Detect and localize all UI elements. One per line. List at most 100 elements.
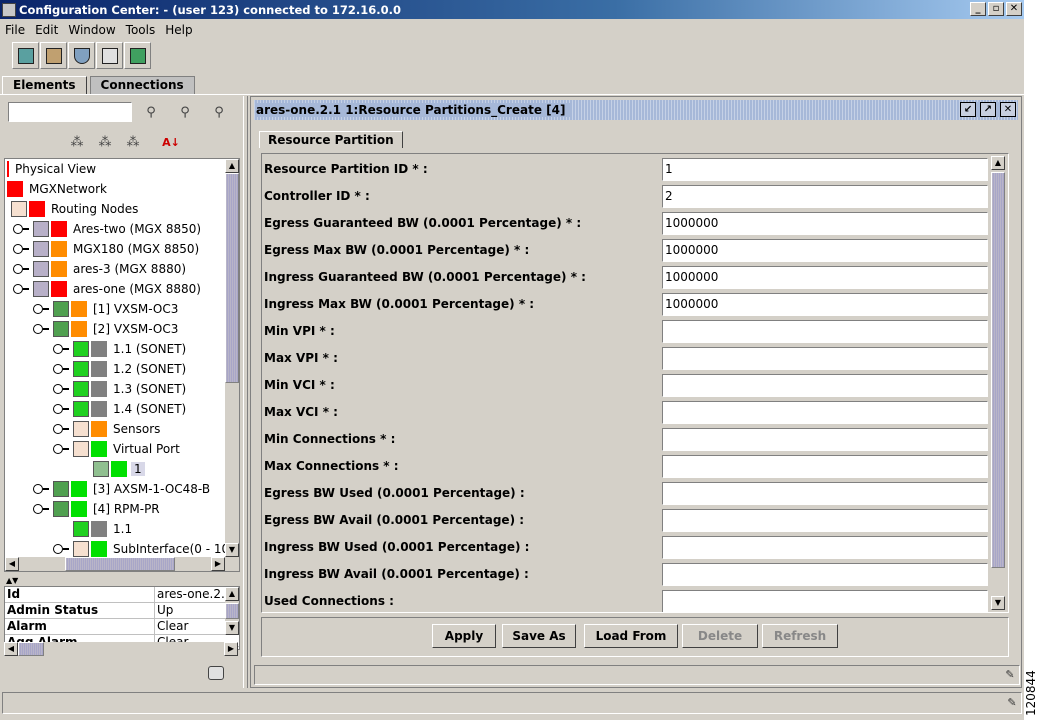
scroll-left-button[interactable]: ◀ <box>5 557 19 571</box>
properties-vertical-scrollbar[interactable]: ▲ ▼ <box>225 587 239 635</box>
max-connections-field[interactable] <box>662 455 988 478</box>
apply-button[interactable]: Apply <box>432 624 496 648</box>
expand-toggle-icon[interactable] <box>53 404 69 414</box>
tab-elements[interactable]: Elements <box>2 76 87 94</box>
tree-item[interactable]: 1 <box>93 459 145 479</box>
filter-tree-icon[interactable]: ⁂ <box>124 134 142 150</box>
tree-item[interactable]: 1.1 (SONET) <box>53 339 186 359</box>
expand-toggle-icon[interactable] <box>53 424 69 434</box>
tree-item[interactable]: [2] VXSM-OC3 <box>33 319 178 339</box>
expand-toggle-icon[interactable] <box>13 244 29 254</box>
load-from-button[interactable]: Load From <box>584 624 678 648</box>
scroll-up-button[interactable]: ▲ <box>991 156 1005 170</box>
min-vci-field[interactable] <box>662 374 988 397</box>
delete-button[interactable]: Delete <box>682 624 758 648</box>
ingress-guaranteed-bw-field[interactable]: 1000000 <box>662 266 988 289</box>
scroll-right-button[interactable]: ▶ <box>211 557 225 571</box>
expand-toggle-icon[interactable] <box>13 264 29 274</box>
toolbar-tools-button[interactable] <box>40 42 67 69</box>
min-vpi-field[interactable] <box>662 320 988 343</box>
expand-toggle-icon[interactable] <box>33 304 49 314</box>
scroll-up-button[interactable]: ▲ <box>225 587 239 601</box>
resource-partition-id-field[interactable]: 1 <box>662 158 988 181</box>
tree-item[interactable]: SubInterface(0 - 100 <box>53 539 237 559</box>
scroll-thumb[interactable] <box>991 172 1005 568</box>
expand-toggle-icon[interactable] <box>53 344 69 354</box>
tab-connections[interactable]: Connections <box>89 76 195 94</box>
tree-item[interactable]: Virtual Port <box>53 439 180 459</box>
splitter[interactable] <box>243 96 248 688</box>
tree-item[interactable]: 1.3 (SONET) <box>53 379 186 399</box>
split-arrows-icon[interactable]: ▲▼ <box>6 576 18 585</box>
maximize-frame-button[interactable]: ↗ <box>980 102 996 117</box>
ingress-bw-used-field[interactable] <box>662 536 988 559</box>
toolbar-copy-button[interactable] <box>96 42 123 69</box>
tree-item[interactable]: ares-one (MGX 8880) <box>13 279 201 299</box>
scroll-thumb[interactable] <box>225 603 239 619</box>
search-input[interactable] <box>8 102 132 122</box>
tree-item[interactable]: [3] AXSM-1-OC48-B <box>33 479 210 499</box>
collapse-toggle-icon[interactable] <box>53 444 69 454</box>
tree-item[interactable]: [1] VXSM-OC3 <box>33 299 178 319</box>
tree-item[interactable]: 1.4 (SONET) <box>53 399 186 419</box>
pin-icon[interactable]: ✎ <box>1003 668 1017 682</box>
refresh-button[interactable]: Refresh <box>762 624 838 648</box>
toolbar-export-button[interactable] <box>124 42 151 69</box>
expand-tree-icon[interactable]: ⁂ <box>68 134 86 150</box>
sort-az-icon[interactable]: A↓ <box>162 134 180 150</box>
tree-vertical-scrollbar[interactable]: ▲ ▼ <box>225 159 239 557</box>
scroll-thumb[interactable] <box>225 173 239 383</box>
pin-icon[interactable]: ✎ <box>1005 696 1019 710</box>
close-frame-button[interactable]: ✕ <box>1000 102 1016 117</box>
tree-item[interactable]: Routing Nodes <box>11 199 138 219</box>
tree-item[interactable]: Physical View <box>7 159 96 179</box>
collapse-toggle-icon[interactable] <box>33 324 49 334</box>
controller-id-field[interactable]: 2 <box>662 185 988 208</box>
tree-item[interactable]: Ares-two (MGX 8850) <box>13 219 201 239</box>
scroll-thumb[interactable] <box>18 642 44 656</box>
close-button[interactable]: ✕ <box>1006 2 1022 16</box>
form-vertical-scrollbar[interactable]: ▲ ▼ <box>990 156 1006 610</box>
expand-toggle-icon[interactable] <box>13 224 29 234</box>
expand-toggle-icon[interactable] <box>53 364 69 374</box>
tree-item[interactable]: ares-3 (MGX 8880) <box>13 259 186 279</box>
toolbar-shield-button[interactable] <box>68 42 95 69</box>
tree-item[interactable]: 1.2 (SONET) <box>53 359 186 379</box>
find-next-icon[interactable]: ⚲ <box>176 104 194 120</box>
scroll-down-button[interactable]: ▼ <box>991 596 1005 610</box>
scroll-up-button[interactable]: ▲ <box>225 159 239 173</box>
egress-bw-used-field[interactable] <box>662 482 988 505</box>
menu-window[interactable]: Window <box>63 23 120 37</box>
tree-item[interactable]: MGX180 (MGX 8850) <box>13 239 199 259</box>
minimize-button[interactable]: _ <box>970 2 986 16</box>
used-connections-field[interactable] <box>662 590 988 612</box>
database-icon[interactable] <box>208 666 224 680</box>
tree-item[interactable]: [4] RPM-PR <box>33 499 160 519</box>
scroll-down-button[interactable]: ▼ <box>225 621 239 635</box>
collapse-tree-icon[interactable]: ⁂ <box>96 134 114 150</box>
egress-bw-avail-field[interactable] <box>662 509 988 532</box>
ingress-bw-avail-field[interactable] <box>662 563 988 586</box>
menu-tools[interactable]: Tools <box>121 23 161 37</box>
iconify-button[interactable]: ↙ <box>960 102 976 117</box>
menu-help[interactable]: Help <box>160 23 197 37</box>
egress-max-bw-field[interactable]: 1000000 <box>662 239 988 262</box>
save-as-button[interactable]: Save As <box>502 624 576 648</box>
expand-toggle-icon[interactable] <box>33 484 49 494</box>
scroll-left-button[interactable]: ◀ <box>4 642 18 656</box>
tree-item[interactable]: MGXNetwork <box>7 179 107 199</box>
tree-item[interactable]: Sensors <box>53 419 160 439</box>
min-connections-field[interactable] <box>662 428 988 451</box>
max-vci-field[interactable] <box>662 401 988 424</box>
collapse-toggle-icon[interactable] <box>33 504 49 514</box>
ingress-max-bw-field[interactable]: 1000000 <box>662 293 988 316</box>
scroll-down-button[interactable]: ▼ <box>225 543 239 557</box>
binoculars-icon[interactable]: ⚲ <box>142 104 160 120</box>
scroll-right-button[interactable]: ▶ <box>224 642 238 656</box>
menu-edit[interactable]: Edit <box>30 23 63 37</box>
maximize-button[interactable]: ▫ <box>988 2 1004 16</box>
tree-horizontal-scrollbar[interactable]: ◀ ▶ <box>5 557 239 571</box>
toolbar-cube-button[interactable] <box>12 42 39 69</box>
max-vpi-field[interactable] <box>662 347 988 370</box>
collapse-toggle-icon[interactable] <box>13 284 29 294</box>
